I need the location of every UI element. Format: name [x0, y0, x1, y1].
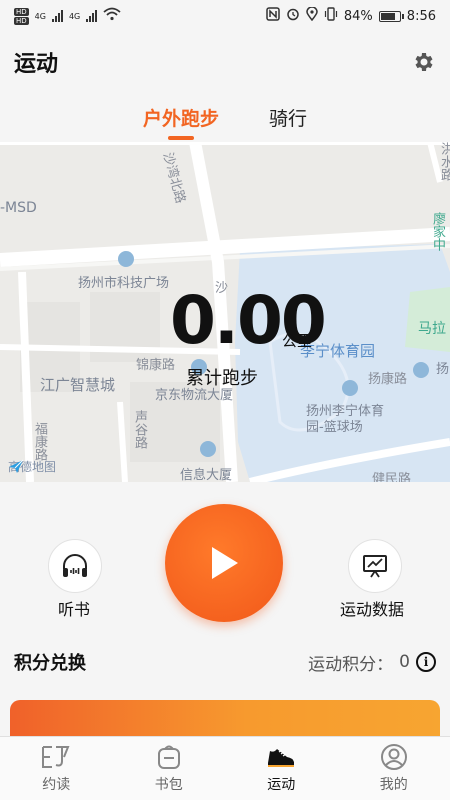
location-icon — [306, 6, 318, 25]
bottom-nav: 约读 书包 运动 我的 — [0, 736, 450, 800]
nav-label: 我的 — [379, 777, 408, 793]
play-icon — [212, 547, 238, 579]
map-poi-label: 廖家中 — [430, 212, 445, 251]
map-road-label: 健民路 — [372, 472, 412, 482]
read-icon — [42, 746, 70, 768]
distance-label: 累计跑步 — [186, 368, 258, 389]
alarm-icon — [286, 7, 300, 25]
nav-label: 约读 — [42, 777, 71, 793]
map-poi-label: 江广智慧城 — [40, 376, 116, 394]
status-right: 84% 8:56 — [266, 6, 436, 25]
map-poi-label: 信息大厦 — [180, 468, 233, 482]
audiobook-label: 听书 — [58, 600, 91, 619]
sneaker-icon — [268, 749, 295, 767]
status-left: HD HD 4G 4G — [14, 7, 121, 25]
headphones-icon — [63, 554, 87, 577]
points-exchange-title: 积分兑换 — [14, 653, 86, 674]
gaode-map-logo: 高德地图 — [8, 458, 56, 475]
sport-points-value: 0 — [399, 652, 410, 672]
map-road-label: 福康路 — [32, 422, 47, 461]
chart-board-icon — [363, 555, 387, 578]
app-header: 运动 — [0, 32, 450, 92]
nav-label: 书包 — [154, 777, 183, 793]
points-row: 积分兑换 运动积分： 0 i — [0, 644, 450, 680]
map-poi-label: -MSD — [0, 200, 37, 216]
distance-unit: 公里 — [282, 332, 313, 350]
nav-label: 运动 — [267, 777, 296, 793]
vibrate-icon — [324, 7, 338, 25]
nav-item-profile[interactable]: 我的 — [338, 737, 450, 800]
signal-icon — [86, 10, 98, 22]
signal-icon — [51, 10, 63, 22]
wifi-icon — [103, 7, 121, 25]
map-poi-label: 扬 — [436, 362, 450, 377]
page-title: 运动 — [14, 52, 59, 77]
sport-points-label: 运动积分： — [308, 654, 394, 675]
hd-badge: HD — [14, 16, 29, 25]
sport-points: 运动积分： 0 i — [308, 650, 436, 675]
tab-outdoor-running[interactable]: 户外跑步 — [143, 98, 219, 140]
controls-area: 听书 运动数据 — [0, 482, 450, 632]
map-view[interactable]: 沙湾北路 -MSD 扬州市科技广场 沙 锦康路 江广智慧城 京东物流大厦 李宁体… — [0, 142, 450, 482]
gaode-paper-plane-icon — [9, 459, 24, 473]
map-road-label: 扬康路 — [368, 372, 408, 387]
nav-item-read[interactable]: 约读 — [0, 737, 113, 800]
clock: 8:56 — [406, 8, 436, 24]
battery-icon — [378, 10, 404, 22]
sport-tabs: 户外跑步 骑行 — [0, 98, 450, 140]
network-type: 4G — [34, 11, 46, 21]
map-poi-label: 马拉 — [418, 321, 446, 337]
map-poi-label: 扬州李宁体育 园-篮球场 — [306, 404, 385, 435]
nfc-icon — [266, 7, 280, 25]
nav-item-bag[interactable]: 书包 — [113, 737, 226, 800]
bag-icon — [157, 745, 180, 769]
nav-item-sport[interactable]: 运动 — [225, 737, 338, 800]
sport-data-button[interactable] — [348, 539, 402, 593]
sport-data-label: 运动数据 — [340, 600, 405, 619]
audiobook-button[interactable] — [48, 539, 102, 593]
map-poi-label: 扬州市科技广场 — [78, 276, 170, 291]
settings-gear-icon[interactable] — [410, 49, 436, 75]
network-type: 4G — [68, 11, 81, 21]
profile-icon — [380, 744, 407, 770]
info-icon[interactable]: i — [416, 652, 436, 672]
start-run-button[interactable] — [165, 504, 283, 622]
status-bar: HD HD 4G 4G 84% 8:56 — [0, 0, 450, 32]
map-road-label: 声谷路 — [132, 410, 147, 449]
battery-percent: 84% — [343, 8, 373, 24]
hd-badge: HD — [14, 7, 29, 16]
hd-badges: HD HD — [14, 7, 29, 25]
map-road-label: 洪水路 — [438, 142, 450, 181]
tab-cycling[interactable]: 骑行 — [269, 98, 307, 140]
